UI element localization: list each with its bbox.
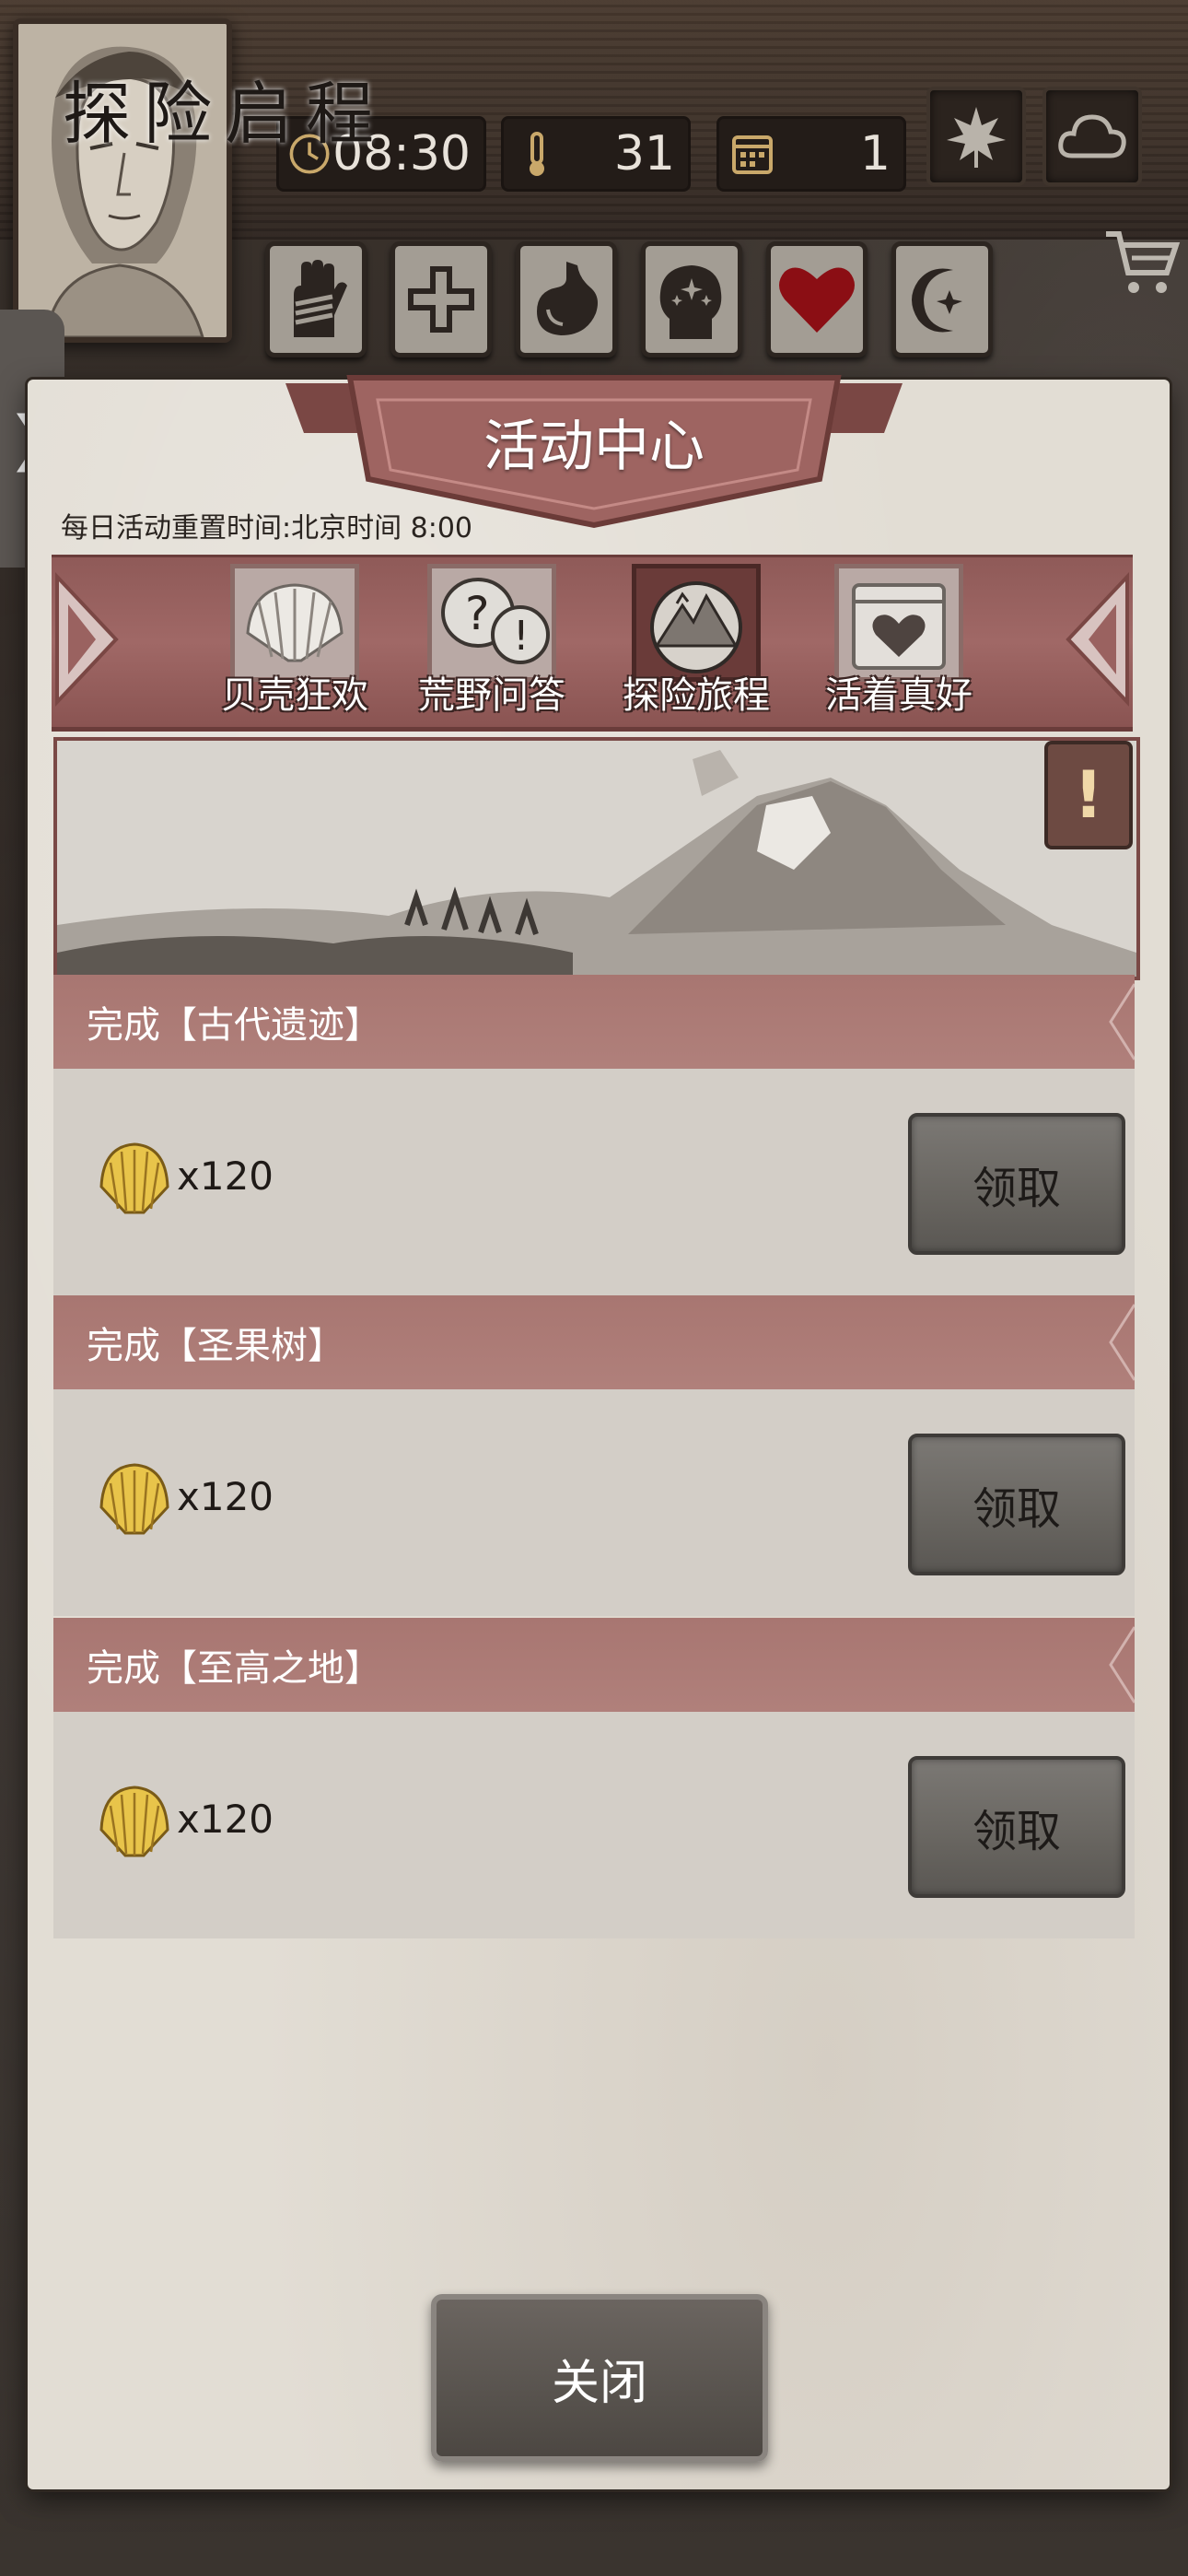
status-injury-button[interactable] bbox=[265, 241, 367, 357]
tab-adventure-journey[interactable]: 探险旅程 bbox=[623, 564, 770, 720]
claim-button[interactable]: 领取 bbox=[908, 1756, 1125, 1898]
status-sanity-button[interactable] bbox=[641, 241, 742, 357]
status-health-button[interactable] bbox=[390, 241, 492, 357]
mountain-globe-icon bbox=[632, 564, 761, 682]
quest-header: 完成【古代遗迹】 bbox=[53, 975, 1135, 1069]
moon-star-icon bbox=[912, 268, 962, 333]
gold-shell-icon bbox=[99, 1463, 169, 1535]
reset-time-note: 每日活动重置时间:北京时间 8:00 bbox=[61, 512, 473, 544]
leaf-icon bbox=[947, 107, 1006, 168]
heart-icon bbox=[779, 267, 855, 333]
svg-text:?: ? bbox=[465, 587, 490, 640]
tab-shell-carnival[interactable]: 贝壳狂欢 bbox=[221, 564, 368, 720]
tab-wild-quiz[interactable]: ? ! 荒野问答 bbox=[418, 564, 565, 720]
corner-ornament-icon bbox=[1109, 983, 1135, 1060]
question-bubbles-icon: ? ! bbox=[427, 564, 556, 682]
panel-title: 活动中心 bbox=[483, 415, 705, 479]
gold-shell-icon bbox=[99, 1142, 169, 1214]
info-button[interactable]: ! bbox=[1044, 741, 1133, 849]
tab-label: 活着真好 bbox=[825, 674, 973, 717]
calendar-icon bbox=[732, 135, 773, 174]
quest-reward-row: x120 领取 bbox=[53, 1069, 1135, 1295]
reward-quantity: x120 bbox=[177, 1797, 274, 1842]
thermometer-icon bbox=[530, 132, 544, 176]
quest-header: 完成【圣果树】 bbox=[53, 1295, 1135, 1389]
day-display: 1 bbox=[716, 116, 906, 192]
status-mood-button[interactable] bbox=[766, 241, 868, 357]
left-arrow-button[interactable] bbox=[52, 558, 125, 720]
right-arrow-button[interactable] bbox=[1059, 558, 1133, 720]
svg-text:!: ! bbox=[513, 613, 530, 660]
mountain-landscape-illustration bbox=[57, 741, 1136, 977]
temperature-value: 31 bbox=[613, 126, 675, 181]
gold-shell-icon bbox=[99, 1786, 169, 1857]
quest-reward-row: x120 领取 bbox=[53, 1389, 1135, 1616]
hand-bandage-icon bbox=[294, 260, 347, 337]
tab-alive-is-good[interactable]: 活着真好 bbox=[825, 564, 973, 720]
stomach-icon bbox=[537, 262, 598, 335]
season-button[interactable] bbox=[926, 87, 1026, 186]
claim-button[interactable]: 领取 bbox=[908, 1113, 1125, 1255]
claim-button[interactable]: 领取 bbox=[908, 1434, 1125, 1575]
cloud-icon bbox=[1058, 114, 1126, 158]
head-sparkle-icon bbox=[659, 265, 722, 339]
corner-ornament-icon bbox=[1109, 1304, 1135, 1381]
banner-title: 探险启程 bbox=[63, 75, 387, 154]
close-button[interactable]: 关闭 bbox=[431, 2294, 768, 2462]
status-hunger-button[interactable] bbox=[516, 241, 617, 357]
quest-title: 完成【古代遗迹】 bbox=[87, 1004, 381, 1047]
corner-ornament-icon bbox=[1109, 1626, 1135, 1704]
day-value: 1 bbox=[859, 126, 891, 181]
tab-label: 贝壳狂欢 bbox=[221, 674, 368, 717]
reward-quantity: x120 bbox=[177, 1153, 274, 1199]
reward-quantity: x120 bbox=[177, 1474, 274, 1519]
tab-label: 探险旅程 bbox=[623, 674, 770, 717]
status-sleep-button[interactable] bbox=[891, 241, 993, 357]
quest-title: 完成【至高之地】 bbox=[87, 1647, 381, 1690]
cart-icon[interactable] bbox=[1101, 221, 1183, 304]
tab-label: 荒野问答 bbox=[418, 674, 565, 717]
quest-header: 完成【至高之地】 bbox=[53, 1618, 1135, 1712]
health-cross-icon bbox=[408, 266, 474, 333]
quest-reward-row: x120 领取 bbox=[53, 1712, 1135, 1938]
temperature-display: 31 bbox=[501, 116, 691, 192]
quest-title: 完成【圣果树】 bbox=[87, 1325, 344, 1367]
adventure-banner bbox=[53, 737, 1140, 980]
weather-button[interactable] bbox=[1042, 87, 1142, 186]
shell-icon bbox=[230, 564, 359, 682]
calendar-heart-icon bbox=[834, 564, 963, 682]
